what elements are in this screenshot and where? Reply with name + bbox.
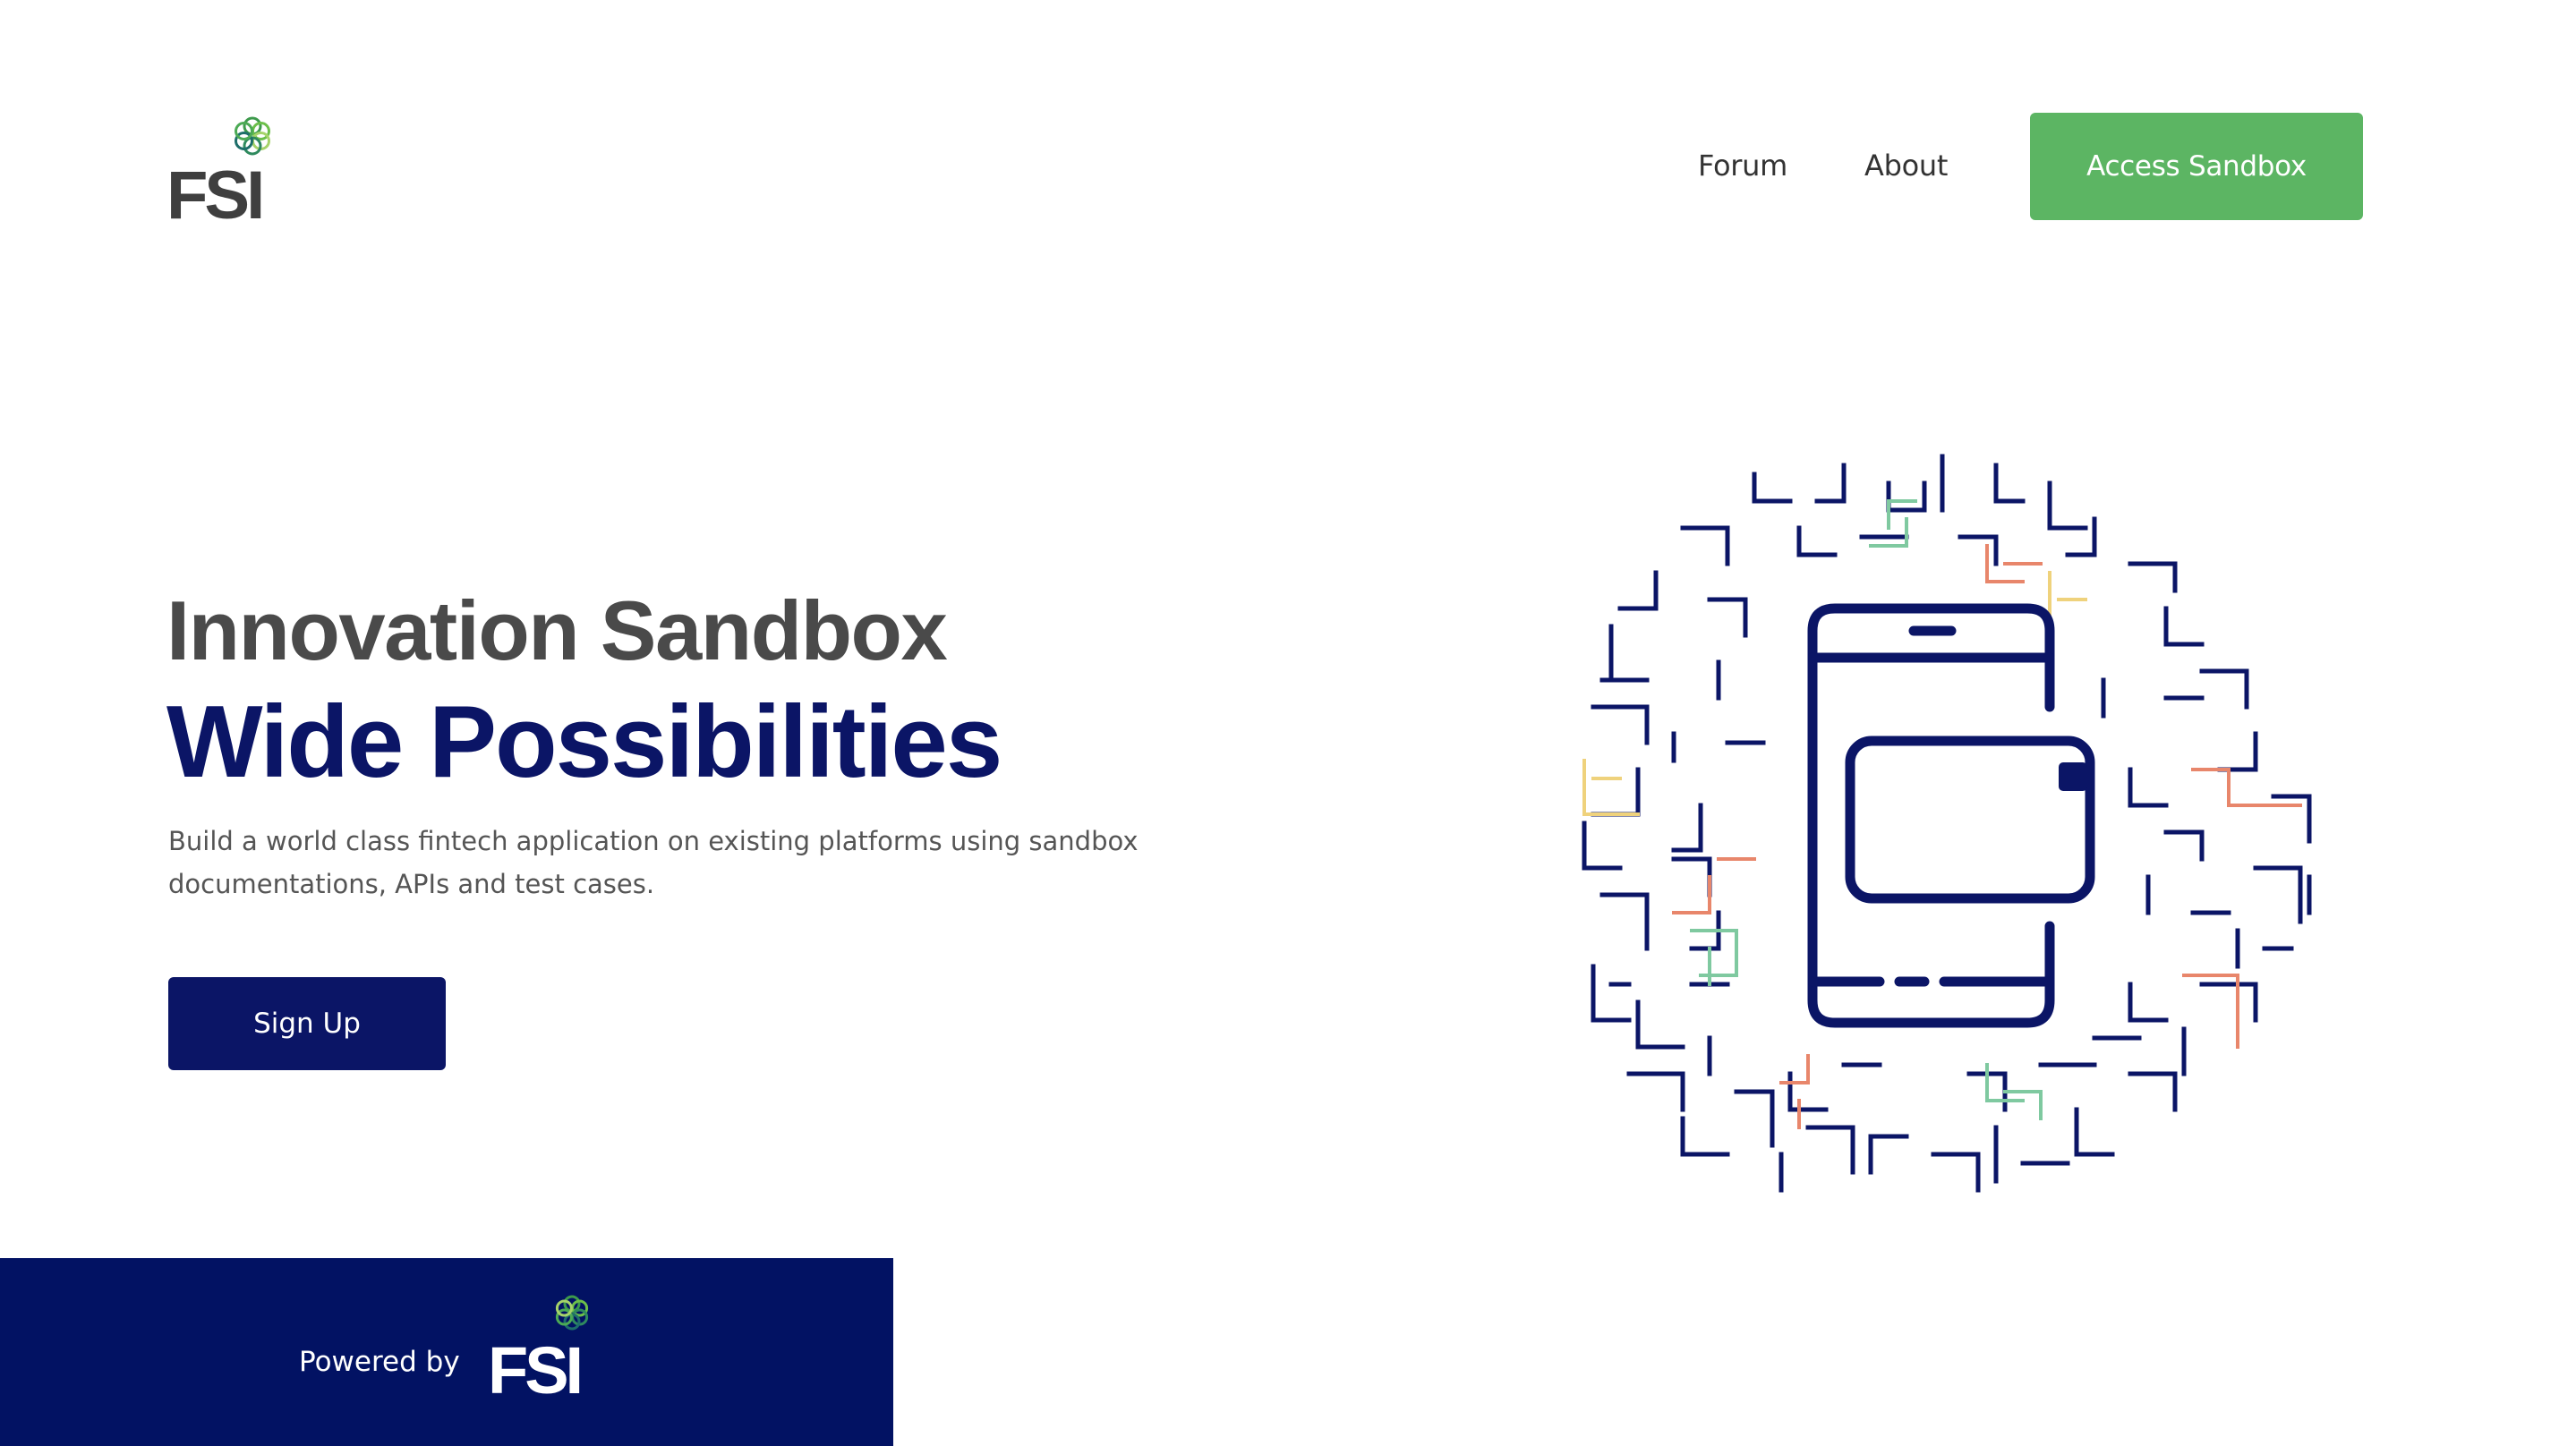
footer-fsi-logo: FSI (488, 1293, 595, 1408)
fsi-logo[interactable]: FSI (166, 111, 283, 234)
phone-card-maze-illustration (1575, 447, 2345, 1208)
hero-subtitle: Wide Possibilities (166, 685, 1002, 799)
powered-by-label: Powered by (299, 1346, 460, 1378)
svg-text:FSI: FSI (488, 1333, 580, 1396)
nav-forum-link[interactable]: Forum (1698, 143, 1787, 188)
nav-about-link[interactable]: About (1864, 143, 1948, 188)
flower-icon (235, 116, 270, 156)
svg-text:FSI: FSI (166, 157, 261, 222)
card-chip-icon (2059, 762, 2087, 791)
hero-title: Innovation Sandbox (166, 583, 948, 677)
sign-up-button[interactable]: Sign Up (168, 977, 446, 1070)
hero-description: Build a world class fintech application … (168, 826, 1139, 899)
flower-icon (555, 1295, 589, 1331)
access-sandbox-button[interactable]: Access Sandbox (2030, 113, 2363, 220)
